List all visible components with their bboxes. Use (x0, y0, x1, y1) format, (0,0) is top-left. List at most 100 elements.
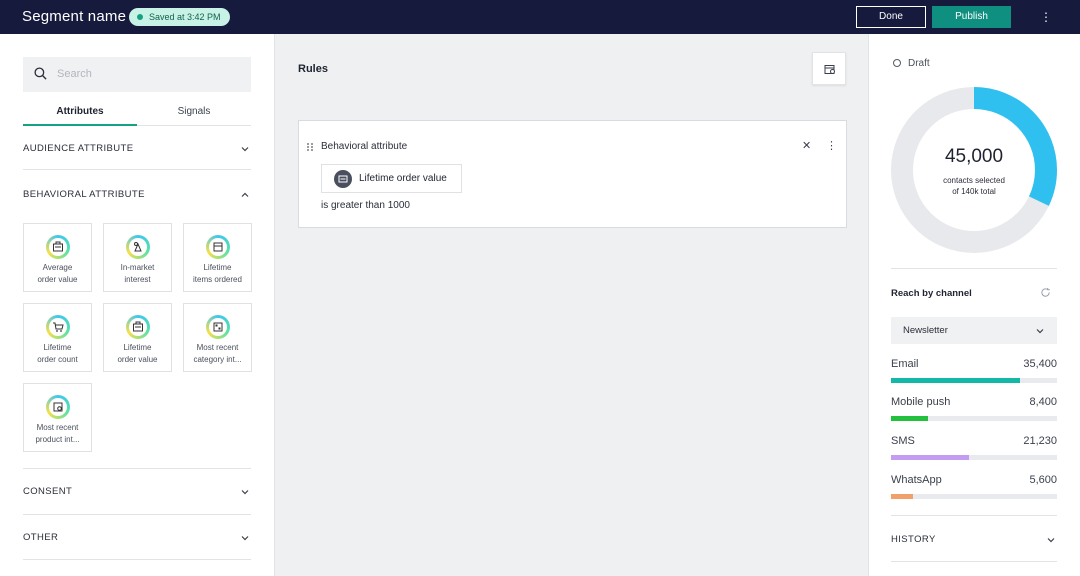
attribute-tile[interactable]: Lifetime order value (103, 303, 172, 372)
rule-heading: Behavioral attribute (321, 141, 408, 152)
section-label: AUDIENCE ATTRIBUTE (23, 143, 134, 154)
rule-more-icon[interactable]: ⋮ (826, 139, 837, 152)
shapes-icon (126, 235, 150, 259)
tile-label: Lifetime order value (117, 343, 158, 364)
section-other[interactable]: OTHER (23, 532, 251, 543)
attribute-chip[interactable]: Lifetime order value (321, 164, 462, 193)
search-input[interactable]: Search (57, 68, 92, 80)
more-options-icon[interactable]: ⋮ (1040, 9, 1052, 25)
receipt-icon (46, 235, 70, 259)
attribute-tile[interactable]: Average order value (23, 223, 92, 292)
summary-panel: Draft 45,000 contacts selected of 140k t… (869, 34, 1080, 576)
contacts-donut (891, 87, 1057, 253)
saved-status-text: Saved at 3:42 PM (149, 12, 221, 22)
chevron-down-icon (1047, 538, 1055, 543)
panel-tabs: Attributes Signals (23, 104, 251, 126)
channel-row-mobile-push: Mobile push 8,400 (891, 396, 1057, 426)
channel-bar-fill (891, 378, 1021, 383)
rule-condition[interactable]: is greater than 1000 (321, 200, 410, 211)
publish-button[interactable]: Publish (932, 6, 1011, 28)
attribute-tile[interactable]: Most recent category int... (183, 303, 252, 372)
receipt-icon (334, 170, 352, 188)
rules-settings-button[interactable] (812, 52, 846, 85)
top-bar: Segment name Saved at 3:42 PM Done Publi… (0, 0, 1080, 34)
divider (891, 515, 1057, 516)
section-label: BEHAVIORAL ATTRIBUTE (23, 189, 145, 200)
rules-title: Rules (298, 63, 328, 75)
saved-dot-icon (137, 14, 143, 20)
section-history[interactable]: HISTORY (891, 534, 1057, 545)
divider (23, 559, 251, 560)
segment-name[interactable]: Segment name (22, 8, 126, 25)
refresh-icon[interactable] (1040, 287, 1051, 298)
channel-bar-fill (891, 494, 913, 499)
channel-name: Mobile push (891, 396, 951, 408)
product-icon (46, 395, 70, 419)
divider (23, 468, 251, 469)
channel-name: SMS (891, 435, 915, 447)
chevron-down-icon (241, 536, 249, 541)
channel-select-value: Newsletter (903, 325, 948, 336)
contacts-selected-value: 45,000 (944, 146, 1004, 167)
channel-bar-track (891, 494, 1057, 499)
chevron-up-icon (241, 192, 249, 197)
tile-label: Lifetime items ordered (193, 263, 242, 284)
contacts-caption-line-1: contacts selected (943, 176, 1005, 185)
divider (891, 268, 1057, 269)
search-icon (34, 67, 47, 80)
channel-value: 21,230 (1023, 435, 1057, 447)
saved-status-badge: Saved at 3:42 PM (129, 8, 230, 26)
attribute-tile[interactable]: Lifetime order count (23, 303, 92, 372)
channel-bar-track (891, 455, 1057, 460)
reach-by-channel-title: Reach by channel (891, 288, 972, 299)
chevron-down-icon (241, 490, 249, 495)
channel-row-sms: SMS 21,230 (891, 435, 1057, 465)
channel-bar-fill (891, 455, 970, 460)
rule-card: Behavioral attribute ✕ ⋮ Lifetime order … (298, 120, 847, 228)
channel-select[interactable]: Newsletter (891, 317, 1057, 344)
divider (23, 514, 251, 515)
receipt-icon (126, 315, 150, 339)
active-tab-indicator (23, 124, 137, 126)
tile-label: Most recent product int... (35, 423, 80, 444)
chevron-down-icon (241, 147, 249, 152)
section-consent[interactable]: CONSENT (23, 486, 251, 497)
contacts-selected-caption: contacts selected of 140k total (891, 175, 1057, 197)
attribute-tile[interactable]: Lifetime items ordered (183, 223, 252, 292)
draft-status-label: Draft (908, 58, 930, 69)
tile-label: Most recent category int... (193, 343, 242, 364)
tile-label: Lifetime order count (37, 343, 78, 364)
draft-status-icon (893, 59, 901, 67)
attribute-panel: Search Attributes Signals AUDIENCE ATTRI… (0, 34, 274, 576)
divider (891, 561, 1057, 562)
drag-handle-icon[interactable] (306, 142, 314, 152)
search-box[interactable]: Search (23, 57, 251, 92)
channel-bar-fill (891, 416, 928, 421)
channel-name: WhatsApp (891, 474, 942, 486)
channel-value: 5,600 (1029, 474, 1057, 486)
section-audience-attribute[interactable]: AUDIENCE ATTRIBUTE (23, 143, 251, 154)
channel-name: Email (891, 358, 919, 370)
box-icon (206, 235, 230, 259)
done-button[interactable]: Done (856, 6, 926, 28)
rules-canvas: Rules Behavioral attribute ✕ ⋮ Lifetime … (274, 34, 869, 576)
tab-attributes[interactable]: Attributes (23, 106, 137, 117)
close-icon[interactable]: ✕ (802, 139, 811, 152)
section-label: CONSENT (23, 486, 73, 497)
attribute-tile[interactable]: In-market interest (103, 223, 172, 292)
grid-icon (206, 315, 230, 339)
channel-bar-track (891, 416, 1057, 421)
attribute-tile[interactable]: Most recent product int... (23, 383, 92, 452)
divider (23, 169, 251, 170)
section-behavioral-attribute[interactable]: BEHAVIORAL ATTRIBUTE (23, 189, 251, 200)
chevron-down-icon (1036, 329, 1044, 334)
calendar-icon (824, 65, 835, 74)
channel-row-whatsapp: WhatsApp 5,600 (891, 474, 1057, 504)
tab-signals[interactable]: Signals (137, 106, 251, 117)
channel-value: 35,400 (1023, 358, 1057, 370)
section-label: HISTORY (891, 534, 936, 545)
tile-label: In-market interest (120, 263, 155, 284)
cart-icon (46, 315, 70, 339)
section-label: OTHER (23, 532, 59, 543)
contacts-caption-line-2: of 140k total (952, 187, 996, 196)
